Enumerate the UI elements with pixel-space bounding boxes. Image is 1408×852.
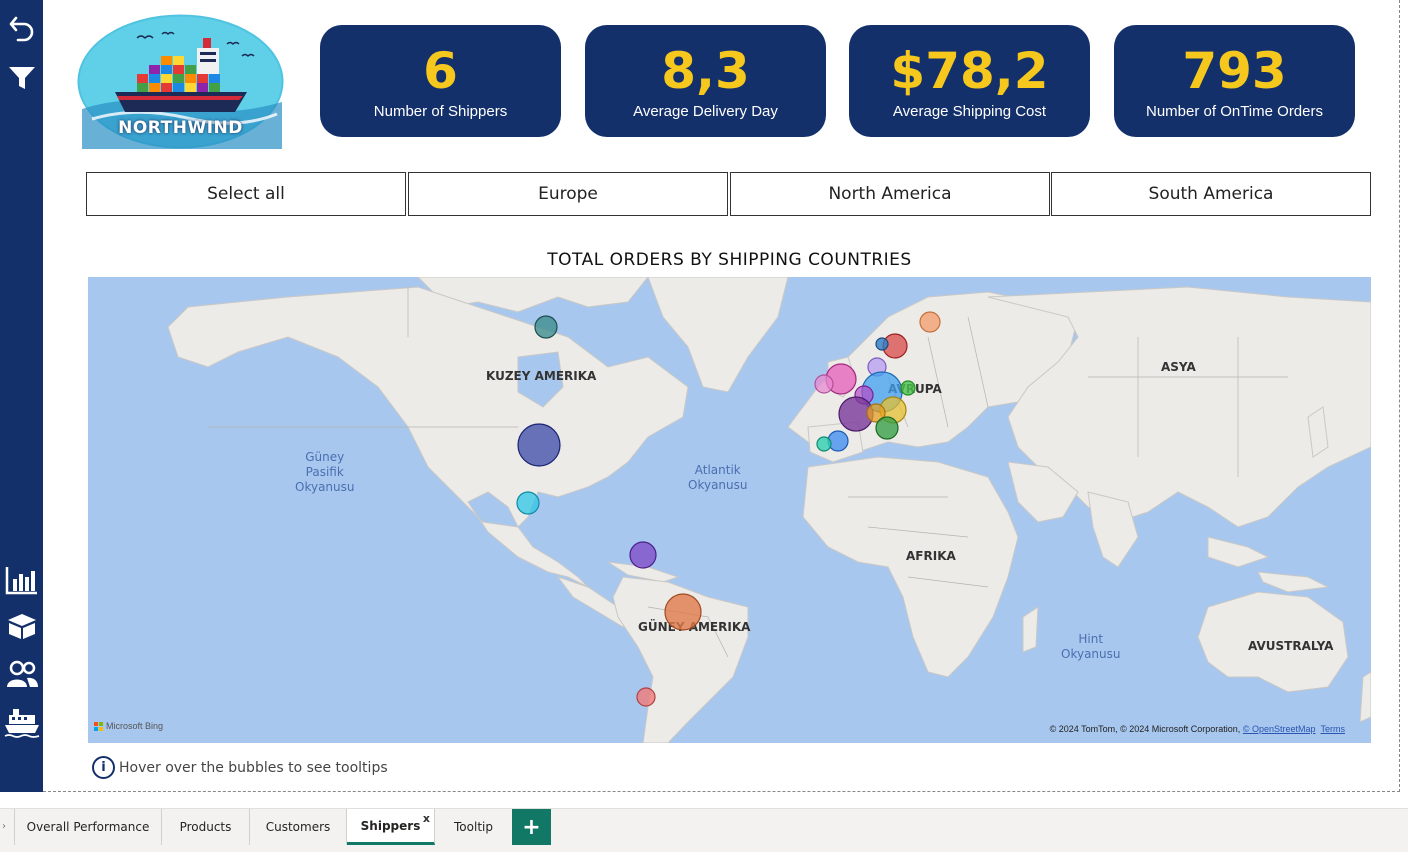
osm-link[interactable]: © OpenStreetMap: [1243, 724, 1316, 734]
hint-text: Hover over the bubbles to see tooltips: [119, 759, 388, 776]
kpi-number-of-ontime-orders: 793 Number of OnTime Orders: [1114, 25, 1355, 137]
bing-text: Microsoft Bing: [106, 721, 164, 731]
bubble-layer: [516, 311, 941, 707]
kpi-number-of-shippers: 6 Number of Shippers: [320, 25, 561, 137]
northwind-logo: NORTHWIND: [77, 14, 284, 149]
slicer-select-all[interactable]: Select all: [86, 172, 406, 216]
tab-label: Customers: [265, 820, 331, 834]
bubble-argentina[interactable]: [636, 687, 656, 707]
tab-scroll-left-icon[interactable]: ›: [2, 821, 10, 835]
kpi-average-delivery-day: 8,3 Average Delivery Day: [585, 25, 826, 137]
kpi-value: $78,2: [890, 42, 1049, 100]
bubble-norway[interactable]: [875, 337, 889, 351]
microsoft-logo-icon: [94, 721, 103, 731]
tab-products[interactable]: Products: [162, 809, 250, 845]
tab-customers[interactable]: Customers: [250, 809, 347, 845]
left-nav-rail: [0, 0, 43, 792]
tab-label: Products: [179, 820, 232, 834]
ship-icon[interactable]: [2, 704, 41, 740]
tab-label: Overall Performance: [26, 820, 150, 834]
slicer-europe[interactable]: Europe: [408, 172, 728, 216]
back-icon[interactable]: [2, 10, 41, 46]
map-title: TOTAL ORDERS BY SHIPPING COUNTRIES: [547, 250, 912, 270]
bing-attribution: Microsoft Bing: [94, 721, 163, 731]
kpi-value: 8,3: [661, 42, 750, 100]
kpi-value: 6: [423, 42, 458, 100]
filter-icon[interactable]: [2, 60, 41, 96]
kpi-average-shipping-cost: $78,2 Average Shipping Cost: [849, 25, 1090, 137]
kpi-label: Number of Shippers: [373, 103, 508, 120]
bubble-portugal[interactable]: [816, 436, 832, 452]
bubble-venezuela[interactable]: [629, 541, 657, 569]
bubble-finland[interactable]: [919, 311, 941, 333]
map-visual[interactable]: KUZEY AMERIKA GÜNEY AMERIKA AVRUPA ASYA …: [88, 277, 1371, 743]
tooltip-hint: i Hover over the bubbles to see tooltips: [92, 756, 388, 779]
report-canvas: NORTHWIND 6 Number of Shippers 8,3 Avera…: [0, 0, 1408, 852]
bubble-usa[interactable]: [517, 423, 561, 467]
bar-chart-icon[interactable]: [2, 562, 41, 598]
terms-link[interactable]: Terms: [1321, 724, 1346, 734]
kpi-label: Average Delivery Day: [633, 103, 778, 120]
slicer-south-america[interactable]: South America: [1051, 172, 1371, 216]
bubble-poland[interactable]: [900, 380, 916, 396]
tab-overall-performance[interactable]: Overall Performance: [14, 809, 162, 845]
kpi-label: Average Shipping Cost: [892, 103, 1047, 120]
page-tab-bar: › Overall Performance Products Customers…: [0, 808, 1408, 852]
tab-label: Shippers: [360, 818, 421, 833]
slicer-north-america[interactable]: North America: [730, 172, 1050, 216]
add-page-button[interactable]: +: [512, 809, 551, 845]
credits-text: © 2024 TomTom, © 2024 Microsoft Corporat…: [1049, 724, 1243, 734]
kpi-label: Number of OnTime Orders: [1146, 103, 1323, 120]
bubble-canada[interactable]: [534, 315, 558, 339]
users-icon[interactable]: [2, 656, 41, 692]
close-tab-icon[interactable]: x: [423, 812, 430, 825]
bubble-italy[interactable]: [875, 416, 899, 440]
kpi-value: 793: [1182, 42, 1287, 100]
map-credits: © 2024 TomTom, © 2024 Microsoft Corporat…: [1050, 724, 1345, 734]
bubble-mexico[interactable]: [516, 491, 540, 515]
info-icon: i: [92, 756, 115, 779]
box-icon[interactable]: [2, 608, 41, 644]
bubble-spain[interactable]: [827, 430, 849, 452]
tab-tooltip[interactable]: Tooltip: [435, 809, 512, 845]
logo-text: NORTHWIND: [118, 118, 243, 138]
bubble-uk[interactable]: [814, 374, 834, 394]
tab-label: Tooltip: [454, 820, 493, 834]
tab-shippers[interactable]: Shippers x: [347, 809, 435, 845]
bubble-brazil[interactable]: [664, 593, 702, 631]
